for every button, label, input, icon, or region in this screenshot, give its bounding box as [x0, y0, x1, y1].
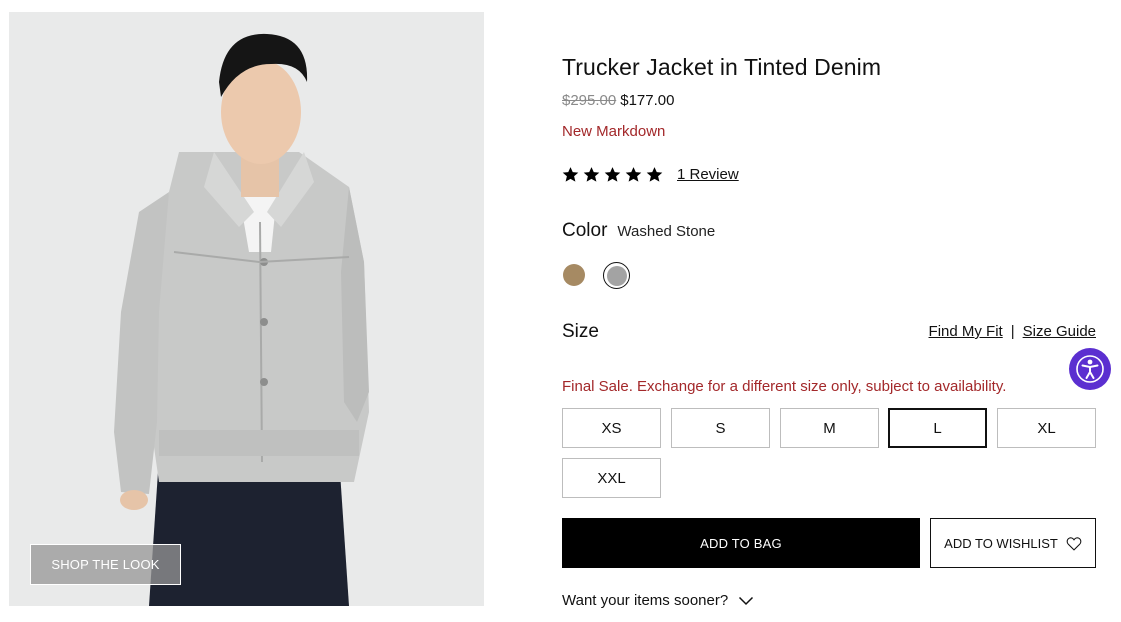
shop-the-look-button[interactable]: SHOP THE LOOK: [30, 544, 181, 585]
product-image[interactable]: SHOP THE LOOK: [9, 12, 484, 606]
rating: 1 Review: [562, 166, 739, 183]
want-sooner-label: Want your items sooner?: [562, 592, 729, 609]
markdown-label: New Markdown: [562, 123, 666, 140]
accessibility-button[interactable]: [1069, 348, 1111, 390]
price-row: $295.00 $177.00: [562, 92, 674, 109]
link-separator: |: [1010, 323, 1015, 340]
chevron-down-icon: [739, 596, 754, 605]
color-swatch-washed-stone[interactable]: [603, 262, 630, 289]
color-label: Color: [562, 220, 608, 241]
find-my-fit-link[interactable]: Find My Fit: [929, 323, 1003, 340]
delivery-options-toggle[interactable]: Want your items sooner?: [562, 592, 754, 609]
accessibility-icon: [1076, 355, 1104, 383]
star-icon: [583, 167, 600, 182]
size-links: Find My Fit | Size Guide: [929, 323, 1096, 340]
star-rating: [562, 166, 663, 183]
size-option-xxl[interactable]: XXL: [562, 458, 661, 498]
product-title: Trucker Jacket in Tinted Denim: [562, 54, 882, 80]
reviews-link[interactable]: 1 Review: [677, 166, 739, 183]
color-selector-header: Color Washed Stone: [562, 220, 715, 242]
add-to-bag-button[interactable]: ADD TO BAG: [562, 518, 920, 568]
add-to-wishlist-button[interactable]: ADD TO WISHLIST: [930, 518, 1096, 568]
size-option-m[interactable]: M: [780, 408, 879, 448]
original-price: $295.00: [562, 92, 617, 109]
size-guide-link[interactable]: Size Guide: [1023, 323, 1096, 340]
final-sale-notice: Final Sale. Exchange for a different siz…: [562, 378, 1007, 395]
size-option-xl[interactable]: XL: [997, 408, 1096, 448]
size-option-s[interactable]: S: [671, 408, 770, 448]
size-option-xs[interactable]: XS: [562, 408, 661, 448]
model-illustration: [9, 12, 484, 606]
add-to-wishlist-label: ADD TO WISHLIST: [944, 535, 1058, 551]
color-swatch-tan[interactable]: [563, 264, 585, 286]
star-icon: [646, 167, 663, 182]
size-option-l[interactable]: L: [888, 408, 987, 448]
sale-price: $177.00: [620, 92, 675, 109]
size-label: Size: [562, 321, 599, 342]
star-icon: [604, 167, 621, 182]
star-icon: [625, 167, 642, 182]
heart-icon: [1066, 536, 1082, 551]
star-icon: [562, 167, 579, 182]
color-swatch-fill: [606, 265, 627, 286]
selected-color-value: Washed Stone: [617, 223, 716, 240]
